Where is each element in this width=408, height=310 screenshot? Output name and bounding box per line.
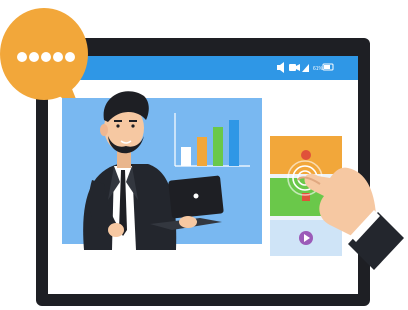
bubble-dot (29, 52, 39, 62)
illustration-stage: 61% (0, 0, 408, 310)
camera-icon (289, 64, 300, 71)
chart-bar (229, 120, 239, 166)
battery-percent: 61% (313, 66, 324, 72)
bubble-dot (65, 52, 75, 62)
status-bar (48, 56, 358, 80)
presenter-illustration: 61% (0, 8, 404, 306)
bubble-dot (41, 52, 51, 62)
bubble-dot (17, 52, 27, 62)
chart-bar (213, 127, 223, 166)
bubble-dot (53, 52, 63, 62)
record-icon (301, 150, 311, 160)
chart-bar (197, 137, 207, 166)
chart-bar (181, 147, 191, 166)
